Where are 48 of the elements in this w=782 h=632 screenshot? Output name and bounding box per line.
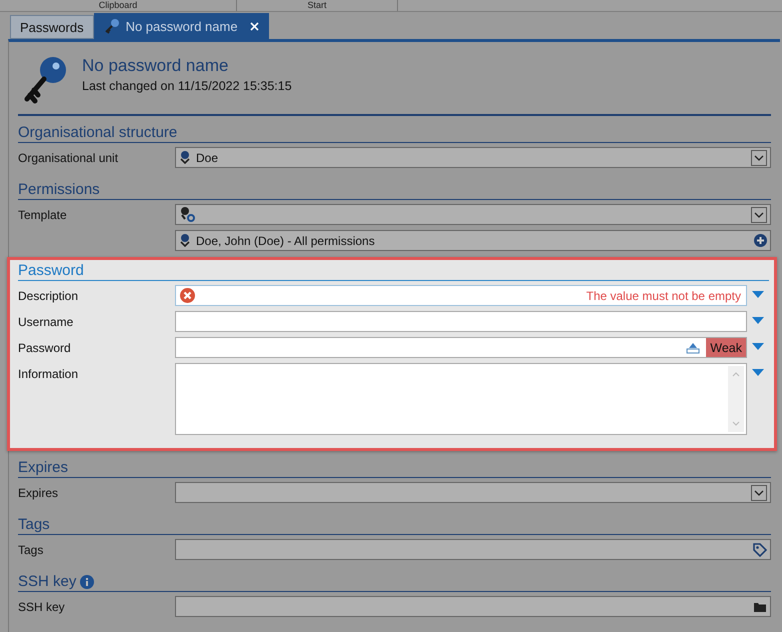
folder-icon[interactable]: [753, 600, 767, 612]
strength-badge: Weak: [706, 338, 746, 357]
text-field[interactable]: The value must not be empty: [175, 285, 747, 306]
options-triangle-icon[interactable]: [752, 291, 764, 299]
field-label: Organisational unit: [18, 151, 118, 165]
section-heading: Password: [18, 262, 84, 279]
field-label: Information: [18, 367, 78, 381]
text-field[interactable]: [175, 311, 747, 332]
ribbon-group-label: Clipboard: [0, 0, 237, 11]
error-icon: [180, 288, 195, 303]
file-field[interactable]: [175, 596, 771, 617]
tags-field[interactable]: [175, 539, 771, 560]
options-triangle-icon[interactable]: [752, 317, 764, 325]
dropdown-field[interactable]: [175, 204, 771, 225]
field-label: Template: [18, 208, 67, 222]
last-changed-text: Last changed on 11/15/2022 15:35:15: [82, 79, 292, 93]
field-label: Username: [18, 315, 74, 329]
user-icon: [180, 151, 190, 164]
user-icon: [180, 234, 190, 247]
section-heading: Tags: [18, 516, 50, 533]
close-icon[interactable]: [250, 22, 259, 30]
ribbon-group-label: Start: [237, 0, 398, 11]
field-label: Expires: [18, 486, 58, 500]
permission-entry[interactable]: Doe, John (Doe) - All permissions: [175, 230, 771, 251]
options-triangle-icon[interactable]: [752, 369, 764, 377]
document-tab[interactable]: No password name: [94, 13, 269, 39]
password-field[interactable]: Weak: [175, 337, 747, 358]
tag-icon[interactable]: [753, 542, 767, 556]
user-gear-icon: [180, 207, 195, 222]
key-icon: [104, 18, 120, 34]
section-heading: SSH key: [18, 573, 76, 590]
add-icon[interactable]: [754, 234, 767, 247]
document-tab[interactable]: Passwords: [10, 15, 94, 39]
field-label: Tags: [18, 543, 44, 557]
entry-title: No password name: [82, 56, 230, 76]
dropdown-field[interactable]: Doe: [175, 147, 771, 168]
field-label: SSH key: [18, 600, 65, 614]
field-label: Password: [18, 341, 71, 355]
dropdown-field[interactable]: [175, 482, 771, 503]
section-heading: Organisational structure: [18, 124, 178, 141]
options-triangle-icon[interactable]: [752, 343, 764, 351]
section-heading: Permissions: [18, 181, 100, 198]
key-icon: [22, 55, 68, 105]
info-icon[interactable]: [80, 574, 94, 588]
text-area[interactable]: [175, 363, 747, 435]
field-label: Description: [18, 289, 78, 303]
password-generator-icon[interactable]: [686, 341, 700, 354]
section-heading: Expires: [18, 459, 68, 476]
